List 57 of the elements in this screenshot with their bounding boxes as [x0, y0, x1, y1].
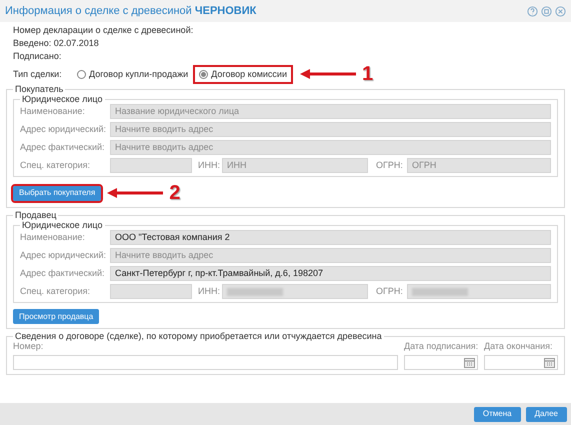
field-label: Тип сделки:	[13, 68, 63, 80]
action-button[interactable]: Выбрать покупателя	[13, 186, 102, 200]
field-label: ИНН:	[198, 158, 221, 172]
section-legend: Продавец	[13, 210, 58, 220]
text-field[interactable]: Название юридического лица	[110, 104, 551, 119]
field-label: Адрес юридический:	[20, 122, 108, 136]
window-title: Информация о сделке с древесиной ЧЕРНОВИК	[5, 4, 256, 19]
footer-button[interactable]: Отмена	[474, 406, 521, 422]
calendar-icon[interactable]	[544, 358, 555, 368]
close-icon[interactable]	[555, 6, 566, 16]
field-label: Дата подписания:	[404, 341, 478, 352]
text-field[interactable]: Начните вводить адрес	[110, 122, 551, 137]
ogrn-field[interactable]: ОГРН	[407, 158, 551, 173]
date-field[interactable]	[484, 355, 558, 370]
radio-button[interactable]	[77, 70, 86, 78]
date-field[interactable]	[404, 355, 478, 370]
callout-number: 1	[362, 64, 374, 84]
number-field[interactable]	[13, 355, 398, 370]
info-line: Номер декларации о сделке с древесиной:	[13, 25, 194, 36]
group-legend: Юридическое лицо	[20, 94, 104, 104]
field-label: Спец. категория:	[20, 158, 92, 172]
help-icon[interactable]	[527, 6, 538, 16]
field-label: Адрес фактический:	[20, 140, 106, 154]
inn-field[interactable]: ИНН	[222, 158, 368, 173]
field-label: ОГРН:	[376, 284, 404, 298]
radio-button[interactable]	[199, 70, 208, 78]
inn-field[interactable]	[222, 284, 368, 299]
field-label: Дата окончания:	[484, 341, 554, 352]
section-legend: Сведения о договоре (сделке), по которому приобретается или отчуждается древесина	[13, 331, 384, 341]
field-label: ОГРН:	[376, 158, 404, 172]
section-legend: Покупатель	[13, 84, 66, 94]
calendar-icon[interactable]	[464, 358, 475, 368]
field-label: Адрес юридический:	[20, 248, 108, 262]
field-label: Спец. категория:	[20, 284, 92, 298]
text-field[interactable]: Начните вводить адрес	[110, 140, 551, 155]
callout-number: 2	[169, 183, 180, 203]
info-line: Введено: 02.07.2018	[13, 38, 100, 49]
restore-icon[interactable]	[541, 6, 552, 16]
action-button[interactable]: Просмотр продавца	[13, 309, 100, 324]
arrow-icon	[298, 68, 358, 80]
field-label: Наименование:	[20, 104, 86, 118]
field-label: Номер:	[13, 341, 44, 352]
radio-option[interactable]: Договор купли-продажи	[73, 66, 192, 82]
category-field[interactable]	[110, 158, 192, 173]
radio-option[interactable]: Договор комиссии	[195, 66, 291, 82]
field-label: Адрес фактический:	[20, 266, 106, 280]
ogrn-field[interactable]	[407, 284, 551, 299]
text-field[interactable]: Санкт-Петербург г, пр-кт.Трамвайный, д.6, 198207	[110, 266, 551, 281]
arrow-icon	[105, 187, 166, 199]
group-legend: Юридическое лицо	[20, 220, 104, 230]
field-label: Наименование:	[20, 230, 86, 244]
info-line: Подписано:	[13, 51, 62, 62]
text-field[interactable]: Начните вводить адрес	[110, 248, 551, 263]
category-field[interactable]	[110, 284, 192, 299]
field-label: ИНН:	[198, 284, 221, 298]
text-field[interactable]: ООО "Тестовая компания 2	[110, 230, 551, 245]
footer-button[interactable]: Далее	[526, 406, 567, 422]
